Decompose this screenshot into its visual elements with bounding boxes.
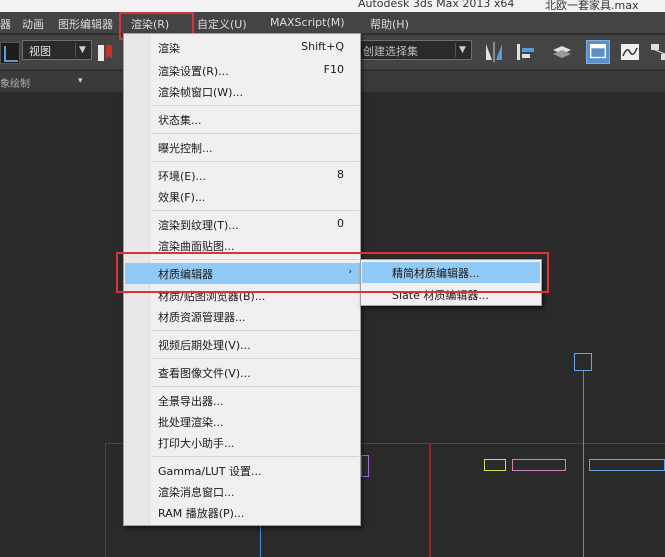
menu-item-shortcut: Shift+Q: [301, 40, 344, 53]
toggle-scene-explorer-icon[interactable]: [586, 40, 610, 64]
menu-item-label: 渲染设置(R)...: [158, 65, 229, 78]
menu-item-ram-player[interactable]: RAM 播放器(P)...: [125, 502, 360, 523]
menu-item-render[interactable]: 渲染 Shift+Q: [125, 37, 360, 58]
scene-line: [583, 371, 584, 557]
subbar-dropdown[interactable]: ▾: [78, 76, 100, 88]
menu-item-label: 曝光控制...: [158, 142, 213, 155]
reference-coordinate-select[interactable]: 视图 ▼: [22, 40, 92, 60]
bookmark-icon[interactable]: [96, 43, 118, 63]
menu-customize[interactable]: 自定义(U): [197, 16, 247, 32]
menu-graph-editors[interactable]: 图形编辑器: [58, 16, 113, 32]
chevron-down-icon: ▼: [75, 43, 89, 57]
menu-item-shortcut: 0: [337, 217, 344, 230]
menu-item-label: 查看图像文件(V)...: [158, 367, 251, 380]
menu-item-label: 渲染消息窗口...: [158, 486, 235, 499]
scene-object-box: [361, 455, 369, 477]
scene-object-box: [574, 353, 592, 371]
menu-item-label: 打印大小助手...: [158, 437, 235, 450]
menu-separator: [152, 133, 359, 134]
menu-item-print-size-assistant[interactable]: 打印大小助手...: [125, 432, 360, 453]
menu-item-state-sets[interactable]: 状态集...: [125, 109, 360, 130]
file-title: 北欧一套家具.max: [545, 0, 639, 12]
curve-editor-icon[interactable]: [618, 40, 642, 64]
schematic-view-icon[interactable]: [648, 40, 665, 64]
menu-item-shortcut: 8: [337, 168, 344, 181]
menu-item-label: 渲染到纹理(T)...: [158, 219, 239, 232]
menu-bar: 器 动画 图形编辑器 渲染(R) 自定义(U) MAXScript(M) 帮助(…: [0, 12, 665, 34]
menu-separator: [152, 330, 359, 331]
menu-item-label: 渲染: [158, 42, 180, 55]
menu-item-material-explorer[interactable]: 材质资源管理器...: [125, 306, 360, 327]
menu-item-label: 渲染帧窗口(W)...: [158, 86, 243, 99]
menu-item-label: 材质资源管理器...: [158, 311, 246, 324]
menu-item-effects[interactable]: 效果(F)...: [125, 186, 360, 207]
menu-item-label: 批处理渲染...: [158, 416, 224, 429]
menu-item-render-message-window[interactable]: 渲染消息窗口...: [125, 481, 360, 502]
layer-manager-icon[interactable]: [550, 40, 574, 64]
menu-item-environment[interactable]: 环境(E)... 8: [125, 165, 360, 186]
app-title: Autodesk 3ds Max 2013 x64: [358, 0, 515, 10]
named-selection-set-value: 创建选择集: [363, 45, 418, 58]
menu-separator: [152, 210, 359, 211]
annotation-outline-material-editor: [116, 252, 549, 293]
chevron-down-icon: ▼: [455, 43, 469, 57]
menu-separator: [152, 358, 359, 359]
menu-maxscript[interactable]: MAXScript(M): [270, 16, 345, 29]
menu-item-label: 状态集...: [158, 114, 202, 127]
menu-item-shortcut: F10: [323, 63, 344, 76]
menu-help[interactable]: 帮助(H): [370, 16, 409, 32]
menu-separator: [152, 161, 359, 162]
menu-item-view-image-file[interactable]: 查看图像文件(V)...: [125, 362, 360, 383]
select-scale-icon[interactable]: [0, 42, 20, 64]
menu-item-label: 视频后期处理(V)...: [158, 339, 251, 352]
menu-item-label: 环境(E)...: [158, 170, 207, 183]
menu-item-exposure-control[interactable]: 曝光控制...: [125, 137, 360, 158]
menu-animation[interactable]: 动画: [22, 16, 44, 32]
menu-item-gamma-lut-setup[interactable]: Gamma/LUT 设置...: [125, 460, 360, 481]
menu-item-render-setup[interactable]: 渲染设置(R)... F10: [125, 60, 360, 81]
menu-item-label: 全景导出器...: [158, 395, 224, 408]
menu-item-label: Gamma/LUT 设置...: [158, 465, 262, 478]
menu-item-batch-render[interactable]: 批处理渲染...: [125, 411, 360, 432]
reference-coordinate-value: 视图: [29, 45, 51, 58]
title-bar: Autodesk 3ds Max 2013 x64 北欧一套家具.max: [0, 0, 665, 12]
scene-object-box: [589, 459, 665, 471]
menu-item-panorama-exporter[interactable]: 全景导出器...: [125, 390, 360, 411]
menu-separator: [152, 386, 359, 387]
menu-item-rendered-frame-window[interactable]: 渲染帧窗口(W)...: [125, 81, 360, 102]
menu-separator: [152, 105, 359, 106]
subbar-label: 象绘制: [0, 79, 30, 90]
scene-object-box: [512, 459, 566, 471]
menu-item-label: RAM 播放器(P)...: [158, 507, 245, 520]
menu-item-label: 效果(F)...: [158, 191, 206, 204]
menu-separator: [152, 456, 359, 457]
menu-item-render-to-texture[interactable]: 渲染到纹理(T)... 0: [125, 214, 360, 235]
mirror-icon[interactable]: [482, 40, 506, 64]
menu-partial[interactable]: 器: [0, 16, 11, 32]
menu-item-video-post[interactable]: 视频后期处理(V)...: [125, 334, 360, 355]
scene-object-box: [484, 459, 506, 471]
align-icon[interactable]: [514, 40, 538, 64]
named-selection-set-select[interactable]: 创建选择集 ▼: [358, 40, 472, 60]
